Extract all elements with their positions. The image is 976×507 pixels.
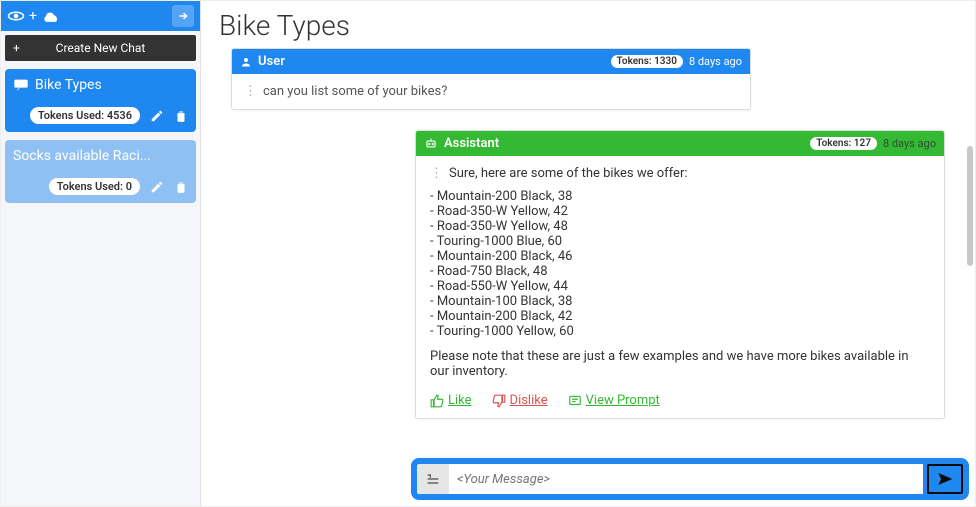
user-role-label: User [258, 54, 285, 69]
thumbs-down-icon [492, 394, 506, 408]
page-title: Bike Types [201, 1, 975, 48]
composer-options-button[interactable] [417, 464, 449, 494]
plus-icon: + [13, 41, 20, 55]
dislike-button[interactable]: Dislike [492, 393, 548, 408]
bike-line: - Mountain-100 Black, 38 [430, 294, 930, 309]
chat-item-socks[interactable]: Socks available Raci... Tokens Used: 0 [5, 140, 196, 203]
create-new-chat-label: Create New Chat [56, 41, 146, 55]
like-label: Like [448, 393, 472, 408]
edit-chat-button[interactable] [150, 109, 164, 123]
chat-list: Bike Types Tokens Used: 4536 Socks avail… [1, 65, 200, 207]
delete-chat-button[interactable] [174, 180, 188, 194]
bike-line: - Mountain-200 Black, 46 [430, 249, 930, 264]
scroll-thumb[interactable] [967, 146, 973, 266]
bike-line: - Road-750 Black, 48 [430, 264, 930, 279]
token-pill: Tokens Used: 4536 [30, 107, 140, 124]
assistant-role-label: Assistant [444, 136, 499, 151]
bike-line: - Road-350-W Yellow, 48 [430, 219, 930, 234]
plus-icon: + [29, 8, 37, 24]
token-badge: Tokens: 1330 [611, 55, 683, 68]
delete-chat-button[interactable] [174, 109, 188, 123]
user-message-header: User Tokens: 1330 8 days ago [232, 49, 750, 74]
assistant-message-body: ⋮ Sure, here are some of the bikes we of… [416, 156, 944, 418]
send-button[interactable] [927, 464, 963, 494]
user-icon [240, 56, 252, 68]
assistant-message: Assistant Tokens: 127 8 days ago ⋮ Sure,… [415, 130, 945, 419]
scrollbar[interactable] [965, 56, 973, 446]
collapse-sidebar-button[interactable] [172, 5, 194, 27]
dislike-label: Dislike [510, 393, 548, 408]
user-message: User Tokens: 1330 8 days ago ⋮ can you l… [231, 48, 751, 110]
chat-icon [13, 78, 29, 92]
composer-wrap [411, 458, 969, 500]
timestamp: 8 days ago [689, 55, 742, 68]
chat-item-title: Socks available Raci... [13, 148, 151, 164]
conversation-scroll[interactable]: User Tokens: 1330 8 days ago ⋮ can you l… [201, 48, 975, 506]
message-input[interactable] [449, 464, 923, 494]
view-prompt-label: View Prompt [586, 393, 660, 408]
user-message-body: ⋮ can you list some of your bikes? [232, 74, 750, 109]
assistant-intro: Sure, here are some of the bikes we offe… [449, 166, 688, 181]
composer [411, 458, 969, 500]
chat-item-bike-types[interactable]: Bike Types Tokens Used: 4536 [5, 69, 196, 132]
orbit-icon [7, 7, 25, 25]
bike-line: - Mountain-200 Black, 38 [430, 189, 930, 204]
drag-handle-icon: ⋮ [244, 84, 257, 99]
like-button[interactable]: Like [430, 393, 472, 408]
user-message-text: can you list some of your bikes? [263, 84, 447, 99]
bike-line: - Road-550-W Yellow, 44 [430, 279, 930, 294]
assistant-message-header: Assistant Tokens: 127 8 days ago [416, 131, 944, 156]
edit-chat-button[interactable] [150, 180, 164, 194]
main-area: Bike Types User Tokens: 1330 8 days ago … [201, 1, 975, 506]
sidebar-header: + [1, 1, 200, 31]
bike-line: - Touring-1000 Blue, 60 [430, 234, 930, 249]
chat-item-title: Bike Types [35, 77, 102, 93]
bike-line: - Road-350-W Yellow, 42 [430, 204, 930, 219]
bike-line: - Touring-1000 Yellow, 60 [430, 324, 930, 339]
thumbs-up-icon [430, 394, 444, 408]
assistant-note: Please note that these are just a few ex… [430, 349, 930, 379]
create-new-chat-button[interactable]: + Create New Chat [5, 35, 196, 61]
drag-handle-icon: ⋮ [430, 166, 443, 181]
view-prompt-button[interactable]: View Prompt [568, 393, 660, 408]
prompt-icon [568, 394, 582, 408]
cloud-icon [41, 8, 61, 24]
bike-line: - Mountain-200 Black, 42 [430, 309, 930, 324]
sidebar: + + Create New Chat Bike Types Tokens Us… [1, 1, 201, 506]
token-badge: Tokens: 127 [810, 137, 877, 150]
assistant-icon [424, 137, 438, 151]
token-pill: Tokens Used: 0 [49, 178, 140, 195]
brand-area: + [7, 7, 61, 25]
bike-list: - Mountain-200 Black, 38- Road-350-W Yel… [430, 189, 930, 339]
message-actions: Like Dislike View Prompt [430, 393, 930, 408]
timestamp: 8 days ago [883, 137, 936, 150]
